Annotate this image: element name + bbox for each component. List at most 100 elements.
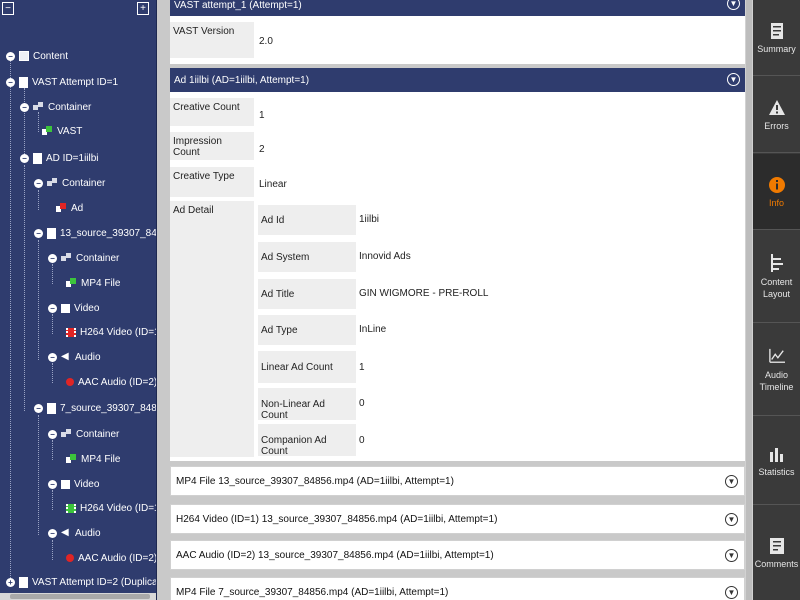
sidebar-item-content-layout[interactable]: Content Layout: [753, 231, 800, 323]
mp4-file-13-section[interactable]: MP4 File 13_source_39307_84856.mp4 (AD=1…: [170, 466, 745, 496]
tree-guide: [10, 58, 11, 578]
collapse-toggle-icon[interactable]: −: [48, 352, 57, 362]
ad-system-label: Ad System: [258, 242, 356, 272]
tree-node[interactable]: − Container: [34, 175, 105, 191]
collapse-toggle-icon[interactable]: −: [20, 102, 29, 112]
collapse-toggle-icon[interactable]: −: [34, 403, 43, 413]
non-linear-ad-count-label: Non-Linear Ad Count: [258, 388, 356, 421]
tree-node[interactable]: − Video: [48, 300, 99, 316]
sidebar-item-label: Info: [768, 197, 784, 208]
chevron-down-icon[interactable]: ▼: [725, 586, 738, 599]
tree-node[interactable]: Ad: [56, 200, 83, 216]
sidebar-item-label: Content Layout: [760, 276, 793, 299]
summary-icon: [769, 22, 785, 40]
mp4-file-7-section[interactable]: MP4 File 7_source_39307_84856.mp4 (AD=1i…: [170, 577, 745, 600]
expand-all-icon: +: [137, 2, 149, 15]
tree-node[interactable]: MP4 File: [66, 275, 120, 291]
tree-node-label: MP4 File: [81, 277, 121, 289]
collapse-toggle-icon[interactable]: −: [48, 253, 57, 263]
tree-node[interactable]: H264 Video (ID=1) 7_so: [66, 500, 156, 516]
main-vertical-scrollbar[interactable]: [745, 0, 753, 600]
tree-node[interactable]: − Container: [48, 250, 119, 266]
tree-node-label: Container: [62, 177, 106, 189]
chevron-down-icon[interactable]: ▼: [727, 73, 740, 86]
collapse-toggle-icon[interactable]: −: [48, 429, 57, 439]
tree-node[interactable]: + VAST Attempt ID=2 (Duplicate ID=1): [6, 574, 156, 590]
chevron-down-icon[interactable]: ▼: [725, 513, 738, 526]
folder-icon: [19, 51, 29, 61]
tree-horizontal-scrollbar[interactable]: [0, 593, 156, 600]
sidebar-item-label: Comments: [754, 559, 799, 569]
chevron-down-icon[interactable]: ▼: [725, 549, 738, 562]
sidebar-item-label: Audio Timeline: [759, 369, 794, 392]
chevron-down-icon[interactable]: ▼: [725, 475, 738, 488]
scrollbar-thumb[interactable]: [10, 594, 150, 599]
tree-node-label: Ad: [71, 202, 84, 214]
vast-version-label: VAST Version: [170, 22, 254, 58]
vast-attempt-header[interactable]: VAST attempt_1 (Attempt=1) ▼: [170, 0, 745, 16]
collapse-toggle-icon[interactable]: −: [6, 77, 15, 87]
sidebar-item-info[interactable]: Info: [753, 154, 800, 230]
tree-node-label: Audio: [75, 527, 101, 539]
tree-node-label: Video: [74, 478, 100, 490]
tree-node[interactable]: − Container: [48, 426, 119, 442]
linear-ad-count-value: 1: [359, 362, 365, 373]
expand-toggle-icon[interactable]: +: [6, 577, 15, 587]
collapse-toggle-icon[interactable]: −: [48, 528, 57, 538]
tree-node[interactable]: H264 Video (ID=1) 13_sc: [66, 324, 156, 340]
info-icon: [768, 176, 785, 194]
tree-guide: [38, 240, 39, 360]
sidebar-item-errors[interactable]: Errors: [753, 77, 800, 153]
document-icon: [47, 402, 56, 414]
collapse-toggle-icon[interactable]: −: [34, 178, 43, 188]
tree-node[interactable]: AAC Audio (ID=2) 7_so: [66, 550, 156, 566]
ad-title-value: GIN WIGMORE - PRE-ROLL: [359, 288, 489, 299]
sidebar-item-summary[interactable]: Summary: [753, 0, 800, 76]
companion-ad-count-value: 0: [359, 435, 365, 446]
tree-node[interactable]: − 13_source_39307_84856.mp4: [34, 225, 156, 241]
collapse-all-button[interactable]: −: [2, 2, 14, 15]
tree-node[interactable]: − VAST Attempt ID=1: [6, 74, 118, 90]
collapse-toggle-icon[interactable]: −: [20, 153, 29, 163]
tree-node[interactable]: − 7_source_39307_84856.mp4: [34, 400, 157, 416]
tree-node-label: AAC Audio (ID=2) 13_sc: [78, 376, 157, 388]
collapse-toggle-icon[interactable]: −: [48, 479, 57, 489]
section-title: VAST attempt_1 (Attempt=1): [174, 0, 302, 11]
aac-audio-13-section[interactable]: AAC Audio (ID=2) 13_source_39307_84856.m…: [170, 540, 745, 570]
tree-node[interactable]: − Content: [6, 48, 68, 64]
sidebar-item-comments[interactable]: Comments: [753, 506, 800, 600]
tree-node[interactable]: − Video: [48, 476, 99, 492]
tree-guide: [38, 112, 39, 132]
scrollbar-thumb[interactable]: [746, 0, 752, 600]
container-icon: [47, 178, 58, 188]
tree-node-label: Video: [74, 302, 100, 314]
sidebar-item-audio-timeline[interactable]: Audio Timeline: [753, 324, 800, 416]
collapse-toggle-icon[interactable]: −: [34, 228, 43, 238]
tree-node[interactable]: AAC Audio (ID=2) 13_sc: [66, 374, 157, 390]
ad-section-header[interactable]: Ad 1iilbi (AD=1iilbi, Attempt=1) ▼: [170, 68, 745, 92]
tree-node[interactable]: VAST: [42, 123, 82, 139]
collapse-toggle-icon[interactable]: −: [48, 303, 57, 313]
h264-video-13-section[interactable]: H264 Video (ID=1) 13_source_39307_84856.…: [170, 504, 745, 534]
expand-all-button[interactable]: +: [137, 2, 149, 15]
ad-system-value: Innovid Ads: [359, 251, 411, 262]
info-content-panel: VAST attempt_1 (Attempt=1) ▼ VAST Versio…: [157, 0, 753, 600]
tree-node[interactable]: − ◀ Audio: [48, 525, 101, 541]
chevron-down-icon[interactable]: ▼: [727, 0, 740, 10]
tree-node-label: Audio: [75, 351, 101, 363]
tree-node-label: VAST Attempt ID=1: [32, 76, 119, 88]
sidebar-item-statistics[interactable]: Statistics: [753, 417, 800, 505]
tree-node[interactable]: − Container: [20, 99, 91, 115]
companion-ad-count-label: Companion Ad Count: [258, 424, 356, 457]
ad-type-label: Ad Type: [258, 315, 356, 345]
tree-node[interactable]: − ◀ Audio: [48, 349, 101, 365]
tree-node-label: 7_source_39307_84856.mp4: [60, 402, 157, 414]
container-icon: [61, 429, 72, 439]
collapse-toggle-icon[interactable]: −: [6, 51, 15, 61]
tree-node[interactable]: − AD ID=1iilbi: [20, 150, 99, 166]
tree-guide: [52, 314, 53, 334]
tree-node[interactable]: MP4 File: [66, 451, 120, 467]
container-icon: [33, 102, 44, 112]
tree-node-label: H264 Video (ID=1) 7_so: [80, 502, 156, 514]
section-title: Ad 1iilbi (AD=1iilbi, Attempt=1): [174, 74, 310, 86]
